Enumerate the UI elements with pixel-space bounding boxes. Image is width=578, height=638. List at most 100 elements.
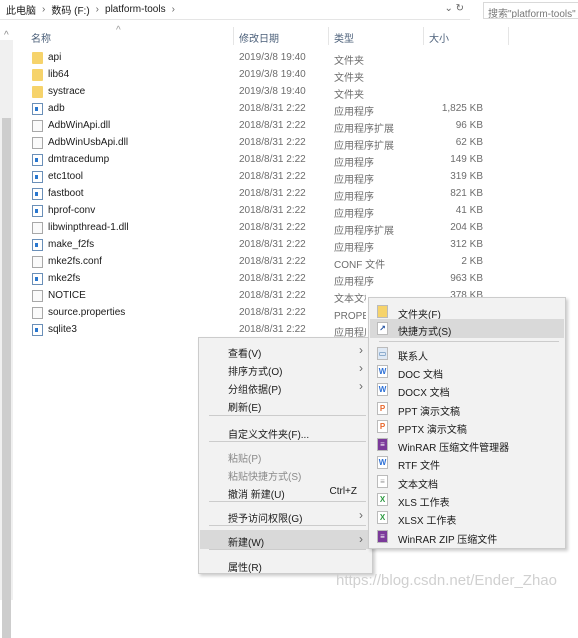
- refresh-icon[interactable]: ⌄ ↻: [444, 3, 464, 14]
- new-menu-item[interactable]: ≡ WinRAR ZIP 压缩文件: [370, 527, 564, 546]
- breadcrumb-drive[interactable]: 数码 (F:): [51, 2, 89, 17]
- new-menu-item[interactable]: ≡ 文本文档: [370, 472, 564, 491]
- file-row[interactable]: adb 2018/8/31 2:22 应用程序 1,825 KB: [30, 101, 490, 118]
- ppt-icon: P: [377, 420, 388, 433]
- menu-item-label: 文本文档: [398, 480, 438, 491]
- context-menu-item[interactable]: 排序方式(O) ›: [200, 359, 371, 378]
- file-type: 应用程序: [334, 158, 374, 169]
- file-row[interactable]: mke2fs.conf 2018/8/31 2:22 CONF 文件 2 KB: [30, 254, 490, 271]
- menu-item-label: 联系人: [398, 352, 428, 363]
- breadcrumb-separator[interactable]: ›: [96, 4, 99, 15]
- new-menu-item[interactable]: P PPTX 演示文稿: [370, 417, 564, 436]
- file-size: 2 KB: [461, 256, 483, 267]
- file-row[interactable]: systrace 2019/3/8 19:40 文件夹: [30, 84, 490, 101]
- file-size: 96 KB: [455, 120, 483, 131]
- file-name: systrace: [48, 86, 86, 97]
- column-size[interactable]: 大小: [429, 30, 449, 45]
- menu-item-label: WinRAR ZIP 压缩文件: [398, 535, 498, 546]
- file-date: 2019/3/8 19:40: [239, 52, 306, 63]
- new-menu-item[interactable]: X XLS 工作表: [370, 490, 564, 509]
- sort-ascending-icon: ^: [116, 25, 121, 36]
- application-icon: [32, 171, 43, 183]
- menu-item-label: XLSX 工作表: [398, 516, 457, 527]
- file-row[interactable]: api 2019/3/8 19:40 文件夹: [30, 50, 490, 67]
- file-row[interactable]: lib64 2019/3/8 19:40 文件夹: [30, 67, 490, 84]
- context-menu-item[interactable]: 授予访问权限(G) ›: [200, 506, 371, 525]
- application-icon: [32, 239, 43, 251]
- column-date[interactable]: 修改日期: [239, 30, 279, 45]
- application-icon: [32, 324, 43, 336]
- breadcrumb-this-pc[interactable]: 此电脑: [6, 2, 36, 17]
- menu-item-label: 新建(W): [228, 538, 265, 549]
- file-date: 2018/8/31 2:22: [239, 205, 306, 216]
- file-name: libwinpthread-1.dll: [48, 222, 129, 233]
- file-row[interactable]: dmtracedump 2018/8/31 2:22 应用程序 149 KB: [30, 152, 490, 169]
- scrollbar[interactable]: [0, 40, 13, 638]
- new-menu-item[interactable]: ▭ 联系人: [370, 344, 564, 363]
- file-row[interactable]: etc1tool 2018/8/31 2:22 应用程序 319 KB: [30, 169, 490, 186]
- context-menu-item[interactable]: 刷新(E): [200, 395, 371, 414]
- scrollbar-thumb[interactable]: [2, 118, 11, 638]
- new-menu-item[interactable]: W DOCX 文档: [370, 380, 564, 399]
- breadcrumb-separator[interactable]: ›: [42, 4, 45, 15]
- file-date: 2018/8/31 2:22: [239, 137, 306, 148]
- file-date: 2019/3/8 19:40: [239, 86, 306, 97]
- menu-item-label: DOCX 文档: [398, 388, 450, 399]
- menu-item-label: PPTX 演示文稿: [398, 425, 467, 436]
- file-row[interactable]: make_f2fs 2018/8/31 2:22 应用程序 312 KB: [30, 237, 490, 254]
- file-name: etc1tool: [48, 171, 84, 182]
- search-input[interactable]: 搜索"platform-tools": [483, 2, 578, 19]
- file-name: mke2fs.conf: [48, 256, 102, 267]
- file-row[interactable]: hprof-conv 2018/8/31 2:22 应用程序 41 KB: [30, 203, 490, 220]
- file-name: mke2fs: [48, 273, 81, 284]
- breadcrumb-folder[interactable]: platform-tools: [105, 4, 166, 15]
- file-name: source.properties: [48, 307, 126, 318]
- new-menu-item[interactable]: P PPT 演示文稿: [370, 399, 564, 418]
- new-submenu: 文件夹(F) ↗ 快捷方式(S) ▭ 联系人 W DOC 文档 W DOCX 文档 P PPT 演示…: [368, 297, 566, 549]
- context-menu-item[interactable]: 新建(W) ›: [200, 530, 371, 549]
- menu-item-label: 自定义文件夹(F)...: [228, 430, 310, 441]
- menu-item-label: 分组依据(P): [228, 385, 282, 396]
- new-menu-item[interactable]: ↗ 快捷方式(S): [370, 319, 564, 338]
- file-name: fastboot: [48, 188, 84, 199]
- context-menu-item[interactable]: 撤消 新建(U) Ctrl+Z: [200, 482, 371, 501]
- file-type: 应用程序: [334, 175, 374, 186]
- menu-separator: [209, 501, 366, 502]
- file-size: 1,825 KB: [441, 103, 483, 114]
- file-icon: [32, 120, 43, 132]
- context-menu-item[interactable]: 粘贴快捷方式(S): [200, 464, 371, 483]
- file-row[interactable]: libwinpthread-1.dll 2018/8/31 2:22 应用程序扩…: [30, 220, 490, 237]
- file-date: 2018/8/31 2:22: [239, 120, 306, 131]
- menu-separator: [209, 441, 366, 442]
- new-menu-item[interactable]: X XLSX 工作表: [370, 508, 564, 527]
- new-menu-item[interactable]: ≡ WinRAR 压缩文件管理器: [370, 435, 564, 454]
- application-icon: [32, 188, 43, 200]
- file-row[interactable]: fastboot 2018/8/31 2:22 应用程序 821 KB: [30, 186, 490, 203]
- file-date: 2018/8/31 2:22: [239, 188, 306, 199]
- file-row[interactable]: AdbWinApi.dll 2018/8/31 2:22 应用程序扩展 96 K…: [30, 118, 490, 135]
- file-date: 2018/8/31 2:22: [239, 154, 306, 165]
- file-row[interactable]: mke2fs 2018/8/31 2:22 应用程序 963 KB: [30, 271, 490, 288]
- breadcrumb-separator[interactable]: ›: [172, 4, 175, 15]
- new-menu-item[interactable]: W RTF 文件: [370, 453, 564, 472]
- menu-separator: [379, 341, 559, 342]
- excel-icon: X: [377, 511, 388, 524]
- file-row[interactable]: AdbWinUsbApi.dll 2018/8/31 2:22 应用程序扩展 6…: [30, 135, 490, 152]
- file-type: PROPERTIES 文件: [334, 311, 366, 322]
- column-type[interactable]: 类型: [334, 30, 354, 45]
- context-menu-item[interactable]: 查看(V) ›: [200, 341, 371, 360]
- menu-separator: [209, 415, 366, 416]
- file-name: adb: [48, 103, 65, 114]
- context-menu-item[interactable]: 粘贴(P): [200, 446, 371, 465]
- file-type: CONF 文件: [334, 260, 386, 271]
- column-name[interactable]: 名称: [31, 30, 51, 45]
- new-menu-item[interactable]: W DOC 文档: [370, 362, 564, 381]
- context-menu-item[interactable]: 分组依据(P) ›: [200, 377, 371, 396]
- file-date: 2018/8/31 2:22: [239, 222, 306, 233]
- chevron-right-icon: ›: [359, 379, 363, 393]
- context-menu-item[interactable]: 自定义文件夹(F)...: [200, 422, 371, 441]
- folder-icon: [32, 52, 43, 64]
- file-date: 2018/8/31 2:22: [239, 307, 306, 318]
- address-bar[interactable]: 此电脑 › 数码 (F:) › platform-tools › ⌄ ↻: [0, 0, 470, 20]
- file-date: 2018/8/31 2:22: [239, 171, 306, 182]
